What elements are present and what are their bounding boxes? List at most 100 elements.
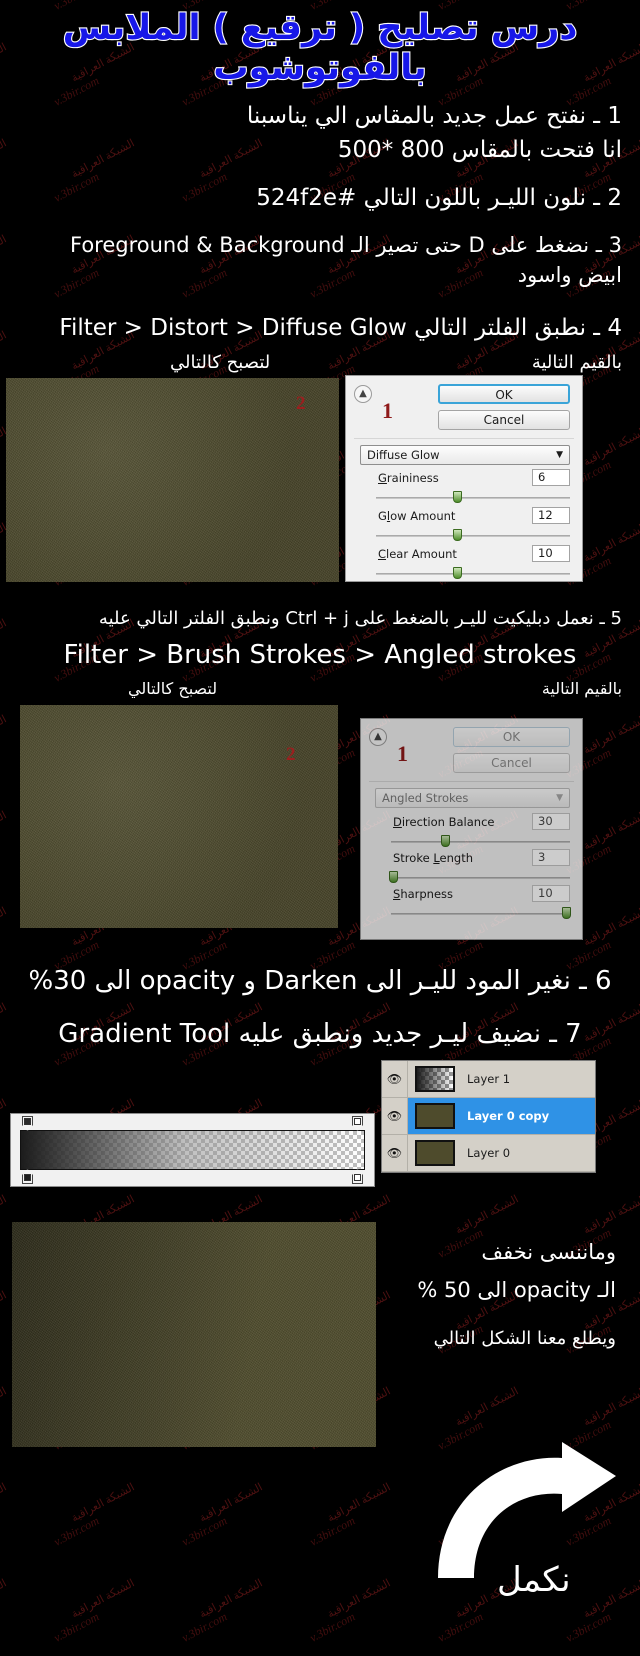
eye-icon[interactable]: 👁: [382, 1098, 408, 1134]
clear-amount-label: Clear Amount: [378, 547, 457, 561]
layer-row-layer-1[interactable]: 👁 Layer 1: [382, 1061, 595, 1098]
step-5-text: 5 ـ نعمل دبليكيت لليـر بالضغط على Ctrl +…: [98, 608, 622, 629]
watermark-text: الشبكة العراقية: [0, 137, 9, 180]
watermark-text: الشبكة العراقية: [581, 1193, 640, 1237]
chevron-up-icon[interactable]: ▲: [369, 728, 387, 746]
sharpness-value[interactable]: 10: [532, 885, 570, 902]
glow-amount-slider-knob[interactable]: [453, 529, 463, 541]
canvas-preview-2-marker: 2: [286, 744, 296, 765]
graininess-value[interactable]: 6: [532, 469, 570, 486]
diffuse-glow-dialog[interactable]: ▲ 1 OK Cancel Diffuse Glow ▼ Graininess …: [345, 375, 583, 582]
watermark-url: v.3bir.com: [179, 169, 230, 205]
chevron-up-icon[interactable]: ▲: [354, 385, 372, 403]
gradient-editor[interactable]: [10, 1113, 375, 1187]
layer-name: Layer 0: [467, 1146, 511, 1160]
stroke-length-value[interactable]: 3: [532, 849, 570, 866]
cancel-button[interactable]: Cancel: [453, 753, 570, 773]
watermark-url: v.3bir.com: [307, 1513, 358, 1549]
gradient-opacity-stop-right[interactable]: [352, 1116, 363, 1131]
clear-amount-slider[interactable]: [376, 567, 570, 579]
layer-row-layer-0[interactable]: 👁 Layer 0: [382, 1135, 595, 1172]
cancel-button[interactable]: Cancel: [438, 410, 570, 430]
eye-icon[interactable]: 👁: [382, 1135, 408, 1171]
direction-balance-slider[interactable]: [391, 835, 570, 847]
step-4-result-note: لتصبح كالتالي: [170, 352, 271, 373]
watermark-text: الشبكة العراقية: [0, 1385, 9, 1428]
watermark-text: الشبكة العراقية: [0, 329, 9, 372]
clear-amount-slider-knob[interactable]: [453, 567, 463, 579]
stroke-length-label: Stroke Length: [393, 851, 473, 865]
closing-line-1: وماننسى نخفف: [481, 1240, 616, 1264]
direction-balance-slider-knob[interactable]: [440, 835, 450, 847]
watermark-text: الشبكة العراقية: [581, 713, 640, 757]
watermark-url: v.3bir.com: [51, 169, 102, 205]
layer-thumbnail: [415, 1103, 455, 1129]
ok-button[interactable]: OK: [453, 727, 570, 747]
watermark-text: الشبكة العراقية: [453, 1385, 521, 1429]
watermark-text: الشبكة العراقية: [0, 1193, 9, 1236]
watermark-text: الشبكة العراقية: [453, 1193, 521, 1237]
gradient-preview-strip: [20, 1130, 365, 1170]
watermark-text: الشبكة العراقية: [69, 137, 137, 181]
dialog-marker-1: 1: [397, 741, 408, 766]
watermark-url: v.3bir.com: [435, 265, 486, 301]
layers-panel[interactable]: 👁 Layer 1 👁 Layer 0 copy 👁 Layer 0: [381, 1060, 596, 1173]
step-6-text: 6 ـ نغير المود لليـر الى Darken و opacit…: [28, 966, 612, 996]
canvas-preview-1-marker: 2: [296, 393, 306, 414]
ok-button[interactable]: OK: [438, 384, 570, 404]
layer-name: Layer 0 copy: [467, 1109, 550, 1123]
watermark-url: v.3bir.com: [51, 1513, 102, 1549]
canvas-preview-1: [6, 378, 339, 582]
closing-line-3: ويطلع معنا الشكل التالي: [433, 1328, 616, 1349]
dialog-marker-1: 1: [382, 398, 393, 423]
watermark-text: الشبكة العراقية: [69, 1577, 137, 1621]
gradient-color-stop-right[interactable]: [352, 1169, 363, 1184]
step-4-values-note: بالقيم التالية: [531, 352, 622, 373]
chevron-down-icon: ▼: [556, 450, 563, 460]
layer-name: Layer 1: [467, 1072, 511, 1086]
watermark-url: v.3bir.com: [307, 1609, 358, 1645]
layer-row-layer-0-copy[interactable]: 👁 Layer 0 copy: [382, 1098, 595, 1135]
graininess-slider[interactable]: [376, 491, 570, 503]
graininess-label: Graininess: [378, 471, 439, 485]
stroke-length-slider-knob[interactable]: [388, 871, 398, 883]
watermark-text: الشبكة العراقية: [197, 137, 265, 181]
gradient-color-stop-left[interactable]: [22, 1169, 33, 1184]
sharpness-slider-knob[interactable]: [562, 907, 572, 919]
dialog-divider: [369, 781, 574, 782]
filter-select[interactable]: Diffuse Glow ▼: [360, 445, 570, 465]
glow-amount-slider[interactable]: [376, 529, 570, 541]
step-5-filter-path: Filter > Brush Strokes > Angled strokes: [63, 640, 577, 670]
glow-amount-value[interactable]: 12: [532, 507, 570, 524]
step-3-subtext: ابيض واسود: [517, 263, 622, 287]
watermark-text: الشبكة العراقية: [325, 1577, 393, 1621]
watermark-text: الشبكة العراقية: [581, 425, 640, 469]
sharpness-slider[interactable]: [391, 907, 572, 919]
filter-select[interactable]: Angled Strokes ▼: [375, 788, 570, 808]
gradient-opacity-stop-left[interactable]: [22, 1116, 33, 1131]
dialog-divider: [354, 438, 574, 439]
chevron-down-icon: ▼: [556, 793, 563, 803]
step-2-text: 2 ـ نلون الليـر باللون التالي #524f2e: [256, 185, 622, 211]
watermark-url: v.3bir.com: [51, 265, 102, 301]
tutorial-page: الشبكة العراقيةv.3bir.comالشبكة العراقية…: [0, 0, 640, 1656]
watermark-text: الشبكة العراقية: [581, 809, 640, 853]
watermark-text: الشبكة العراقية: [0, 1097, 9, 1140]
watermark-text: الشبكة العراقية: [0, 1289, 9, 1332]
filter-select-value: Angled Strokes: [382, 791, 469, 805]
stroke-length-slider[interactable]: [388, 871, 570, 883]
angled-strokes-dialog[interactable]: ▲ 1 OK Cancel Angled Strokes ▼ Direction…: [360, 718, 583, 940]
step-5-values-note: بالقيم التالية: [541, 679, 622, 698]
filter-select-value: Diffuse Glow: [367, 448, 440, 462]
direction-balance-label: Direction Balance: [393, 815, 495, 829]
glow-amount-label: Glow Amount: [378, 509, 456, 523]
eye-icon[interactable]: 👁: [382, 1061, 408, 1097]
graininess-slider-knob[interactable]: [453, 491, 463, 503]
sharpness-label: Sharpness: [393, 887, 454, 901]
watermark-url: v.3bir.com: [51, 1609, 102, 1645]
closing-line-2: الـ opacity الى 50 %: [417, 1278, 616, 1302]
direction-balance-value[interactable]: 30: [532, 813, 570, 830]
clear-amount-value[interactable]: 10: [532, 545, 570, 562]
watermark-url: v.3bir.com: [435, 1609, 486, 1645]
watermark-text: الشبكة العراقية: [0, 809, 9, 852]
